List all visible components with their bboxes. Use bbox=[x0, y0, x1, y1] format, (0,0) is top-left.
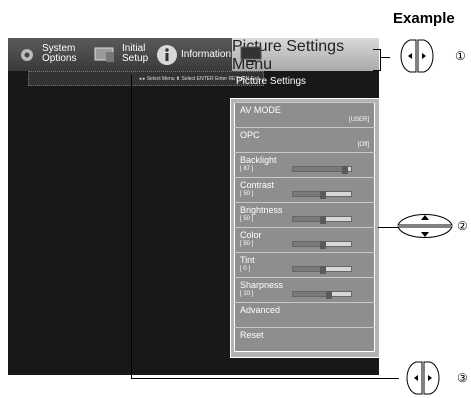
setting-slider[interactable] bbox=[292, 216, 352, 224]
setting-name: Sharpness bbox=[240, 280, 284, 290]
setup-icon bbox=[94, 47, 114, 62]
setting-name: AV MODE bbox=[240, 105, 281, 115]
setting-value: [ 0 ] bbox=[240, 266, 251, 272]
callout-line bbox=[131, 378, 399, 379]
callout-number: ③ bbox=[457, 371, 468, 385]
setting-slider[interactable] bbox=[292, 166, 352, 174]
callout-line bbox=[131, 75, 132, 379]
settings-row[interactable]: Brightness[ 50 ] bbox=[234, 202, 375, 227]
slider-knob[interactable] bbox=[320, 216, 326, 224]
setting-name: Color bbox=[240, 230, 262, 240]
tab-label: Information bbox=[181, 49, 232, 60]
slider-knob[interactable] bbox=[342, 166, 348, 174]
left-right-buttons-icon bbox=[406, 361, 440, 395]
setting-slider[interactable] bbox=[292, 241, 352, 249]
slider-fill bbox=[293, 192, 322, 196]
setting-slider[interactable] bbox=[292, 266, 352, 274]
panel-title: Picture Settings bbox=[236, 76, 307, 87]
slider-fill bbox=[293, 242, 322, 246]
settings-row[interactable]: Advanced bbox=[234, 302, 375, 327]
slider-knob[interactable] bbox=[320, 266, 326, 274]
settings-row[interactable]: Reset bbox=[234, 327, 375, 352]
settings-row[interactable]: Color[ 50 ] bbox=[234, 227, 375, 252]
setting-name: Backlight bbox=[240, 155, 277, 165]
callout-bracket bbox=[373, 49, 381, 50]
setting-value: [Off] bbox=[357, 142, 369, 148]
setting-value: [ 10 ] bbox=[240, 291, 254, 297]
tab-picture-settings[interactable]: Picture Settings Menu bbox=[232, 38, 379, 73]
callout-bracket bbox=[380, 49, 381, 70]
picture-icon bbox=[240, 46, 262, 62]
slider-knob[interactable] bbox=[320, 191, 326, 199]
up-down-buttons-icon bbox=[397, 214, 453, 238]
setting-name: Advanced bbox=[240, 305, 281, 315]
settings-row[interactable]: Sharpness[ 10 ] bbox=[234, 277, 375, 302]
settings-row[interactable]: Tint[ 0 ] bbox=[234, 252, 375, 277]
callout-line bbox=[380, 57, 390, 58]
info-icon bbox=[157, 45, 177, 65]
left-right-buttons-icon bbox=[400, 39, 434, 73]
slider-fill bbox=[293, 292, 328, 296]
example-heading: Example bbox=[393, 10, 455, 27]
tab-label: Options bbox=[42, 53, 77, 64]
slider-knob[interactable] bbox=[320, 241, 326, 249]
setting-name: Tint bbox=[240, 255, 255, 265]
callout-number: ① bbox=[455, 49, 466, 63]
setting-name: Brightness bbox=[240, 205, 283, 215]
setting-slider[interactable] bbox=[292, 191, 352, 199]
callout-line bbox=[378, 227, 398, 228]
setting-name: Reset bbox=[240, 330, 264, 340]
tab-label: Settings bbox=[286, 38, 345, 55]
settings-row[interactable]: Backlight[ 87 ] bbox=[234, 152, 375, 177]
slider-fill bbox=[293, 217, 322, 221]
slider-fill bbox=[293, 267, 322, 271]
setting-value: [ 87 ] bbox=[240, 166, 254, 172]
tab-label: Setup bbox=[122, 53, 149, 64]
operation-guide-bar: ◂ ▸ Select Menu ⬍ Select ENTER Enter RET… bbox=[28, 71, 264, 86]
settings-row[interactable]: AV MODE [USER] bbox=[234, 102, 375, 127]
setting-value: [USER] bbox=[348, 117, 369, 123]
settings-row[interactable]: Contrast[ 50 ] bbox=[234, 177, 375, 202]
setting-name: OPC bbox=[240, 130, 260, 140]
gear-icon bbox=[21, 49, 33, 61]
slider-knob[interactable] bbox=[326, 291, 332, 299]
setting-value: [ 50 ] bbox=[240, 241, 254, 247]
slider-fill bbox=[293, 167, 344, 171]
callout-bracket bbox=[373, 70, 381, 71]
setting-value: [ 50 ] bbox=[240, 216, 254, 222]
setting-slider[interactable] bbox=[292, 291, 352, 299]
callout-number: ② bbox=[457, 219, 468, 233]
settings-row[interactable]: OPC [Off] bbox=[234, 127, 375, 152]
setting-value: [ 50 ] bbox=[240, 191, 254, 197]
setting-name: Contrast bbox=[240, 180, 275, 190]
